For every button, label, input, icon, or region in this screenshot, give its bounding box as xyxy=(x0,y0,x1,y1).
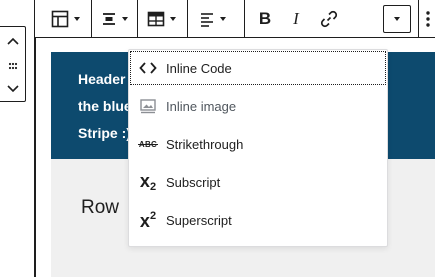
subscript-digit: 2 xyxy=(149,180,157,193)
menu-item-inline-image[interactable]: Inline image xyxy=(130,89,386,123)
superscript-glyph: x xyxy=(139,210,150,231)
block-toolbar: B I xyxy=(35,0,435,38)
move-down-button[interactable] xyxy=(0,79,25,99)
link-icon xyxy=(320,10,338,28)
toolbar-divider xyxy=(418,0,419,37)
header-text-line: the blue xyxy=(78,98,132,114)
menu-item-subscript[interactable]: x2 Subscript xyxy=(130,165,386,199)
block-align-button[interactable] xyxy=(96,5,132,33)
caret-down-icon xyxy=(169,17,176,21)
chevron-down-icon xyxy=(6,85,19,93)
menu-item-label: Subscript xyxy=(166,174,221,190)
drag-handle-icon xyxy=(8,62,17,70)
text-align-button[interactable] xyxy=(192,5,232,33)
subscript-icon: x2 xyxy=(130,165,166,199)
toolbar-divider xyxy=(137,0,138,37)
table-icon xyxy=(51,10,68,28)
caret-down-icon xyxy=(121,17,128,21)
link-button[interactable] xyxy=(315,5,343,33)
caret-down-icon xyxy=(219,17,226,21)
menu-item-label: Inline Code xyxy=(166,60,232,76)
drag-handle[interactable] xyxy=(0,57,25,75)
block-outline xyxy=(34,0,36,277)
move-up-button[interactable] xyxy=(0,31,25,51)
toolbar-divider xyxy=(91,0,92,37)
strikethrough-icon: ABC xyxy=(130,127,166,161)
table-block-button[interactable] xyxy=(45,5,85,33)
italic-button[interactable]: I xyxy=(282,5,310,33)
code-icon xyxy=(130,51,166,85)
edit-table-icon xyxy=(147,11,164,27)
more-rich-text-controls-icon xyxy=(394,17,400,21)
menu-item-inline-code[interactable]: Inline Code xyxy=(130,51,386,85)
caret-down-icon xyxy=(73,17,80,21)
menu-item-label: Inline image xyxy=(166,98,237,114)
toolbar-divider xyxy=(187,0,188,37)
align-center-icon xyxy=(102,13,115,25)
menu-item-superscript[interactable]: x2 Superscript xyxy=(130,203,386,237)
header-text-line: Stripe :) xyxy=(78,125,131,141)
chevron-up-icon xyxy=(6,37,19,45)
subscript-glyph: x xyxy=(139,170,150,191)
menu-item-strikethrough[interactable]: ABC Strikethrough xyxy=(130,127,386,161)
image-icon xyxy=(130,89,166,123)
superscript-icon: x2 xyxy=(130,203,166,237)
superscript-digit: 2 xyxy=(149,209,157,222)
bold-button[interactable]: B xyxy=(251,5,279,33)
menu-item-label: Superscript xyxy=(166,212,232,228)
row-cell-text: Row xyxy=(81,197,120,218)
italic-icon: I xyxy=(293,9,299,28)
menu-item-label: Strikethrough xyxy=(166,136,244,152)
align-left-icon xyxy=(200,13,213,27)
options-button[interactable] xyxy=(422,5,434,33)
more-rich-text-controls-button[interactable] xyxy=(383,5,411,33)
options-icon xyxy=(426,11,430,27)
edit-table-button[interactable] xyxy=(141,5,181,33)
toolbar-divider xyxy=(244,0,245,37)
header-text-line: Header xyxy=(78,71,126,87)
block-mover xyxy=(0,26,26,102)
bold-icon: B xyxy=(258,9,272,28)
rich-text-dropdown: Inline Code Inline image ABC Strikethrou… xyxy=(128,49,388,247)
